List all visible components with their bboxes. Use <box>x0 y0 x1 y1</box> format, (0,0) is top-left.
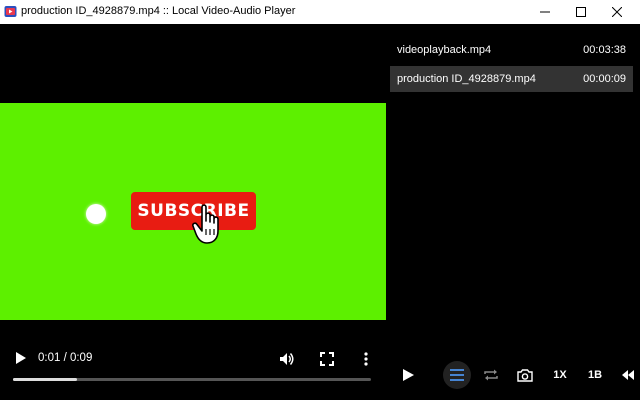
playlist-play-button[interactable] <box>396 363 420 387</box>
repeat-button[interactable] <box>479 363 503 387</box>
time-display: 0:01 / 0:09 <box>38 352 93 364</box>
camera-icon <box>517 369 533 382</box>
playlist-item[interactable]: videoplayback.mp4 00:03:38 <box>390 37 633 63</box>
video-frame[interactable]: SUBSCRIBE <box>0 103 386 320</box>
playlist-item-duration: 00:03:38 <box>583 44 626 56</box>
speed-button[interactable]: 1X <box>547 363 573 387</box>
b-button[interactable]: 1B <box>583 363 607 387</box>
volume-icon[interactable] <box>279 351 295 367</box>
more-options-icon[interactable] <box>360 351 372 367</box>
playlist-item-name: production ID_4928879.mp4 <box>397 73 536 85</box>
playlist: videoplayback.mp4 00:03:38 production ID… <box>388 24 640 344</box>
repeat-icon <box>484 369 498 381</box>
maximize-icon <box>576 7 586 17</box>
hand-cursor-icon <box>192 204 219 244</box>
fullscreen-icon[interactable] <box>319 351 335 367</box>
playlist-toggle-button[interactable] <box>443 361 471 389</box>
progress-bar[interactable] <box>13 378 371 381</box>
play-icon <box>403 369 414 381</box>
list-icon <box>450 369 464 381</box>
video-player[interactable]: SUBSCRIBE 0:01 / 0:09 <box>0 24 388 400</box>
video-dot <box>86 204 106 224</box>
close-button[interactable] <box>594 0 640 24</box>
close-icon <box>612 7 622 17</box>
window-title: production ID_4928879.mp4 :: Local Video… <box>21 5 296 17</box>
progress-fill <box>13 378 78 381</box>
title-bar: production ID_4928879.mp4 :: Local Video… <box>0 0 640 24</box>
play-icon[interactable] <box>12 350 28 366</box>
screenshot-button[interactable] <box>513 363 537 387</box>
app-icon <box>4 6 17 17</box>
playlist-item[interactable]: production ID_4928879.mp4 00:00:09 <box>390 66 633 92</box>
minimize-icon <box>540 11 550 13</box>
rewind-icon <box>622 370 634 380</box>
playlist-item-duration: 00:00:09 <box>583 73 626 85</box>
rewind-button[interactable] <box>616 363 640 387</box>
playlist-item-name: videoplayback.mp4 <box>397 44 492 56</box>
